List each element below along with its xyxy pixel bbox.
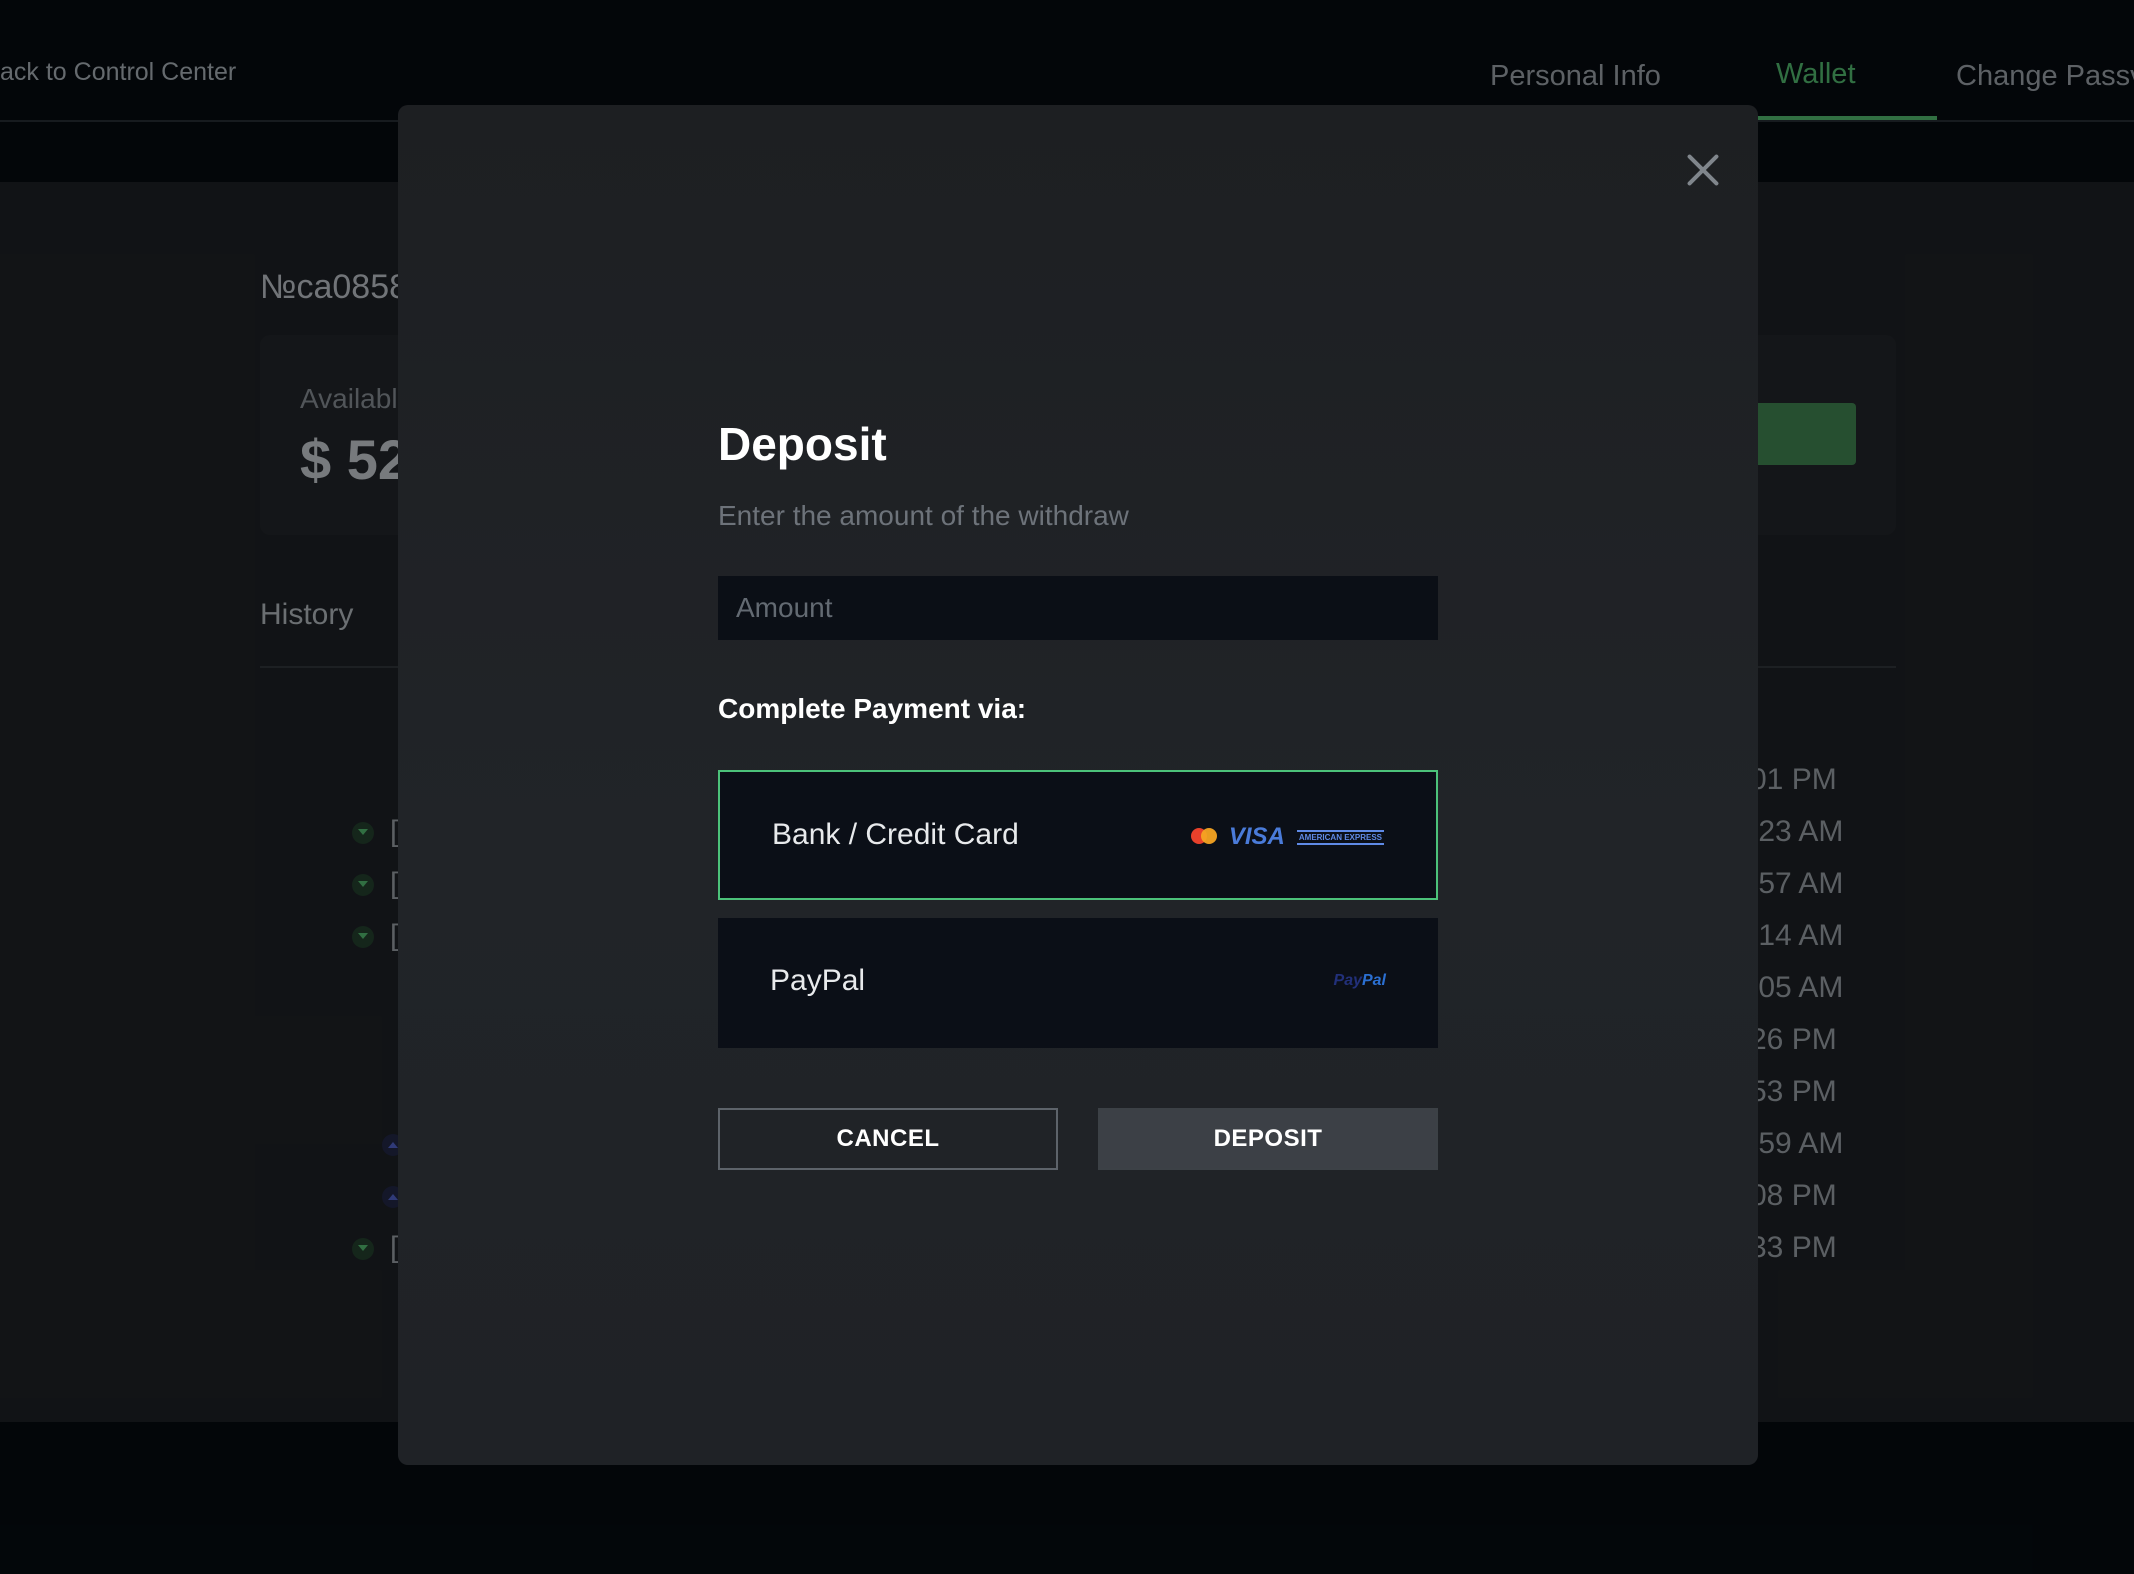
amount-input[interactable] bbox=[718, 576, 1438, 640]
modal-subtitle: Enter the amount of the withdraw bbox=[718, 500, 1129, 531]
visa-logo: VISA bbox=[1228, 823, 1285, 850]
payment-method-label: Complete Payment via: bbox=[718, 693, 1027, 724]
deposit-modal: Deposit Enter the amount of the withdraw… bbox=[398, 105, 1758, 1465]
payment-option-paypal[interactable]: PayPal PayPal bbox=[718, 918, 1438, 1048]
card-logos: VISA AMERICAN EXPRESS bbox=[1190, 822, 1384, 852]
payment-option-label: Bank / Credit Card bbox=[772, 818, 1019, 851]
amex-logo: AMERICAN EXPRESS bbox=[1296, 829, 1384, 845]
cancel-button[interactable]: CANCEL bbox=[718, 1108, 1058, 1170]
payment-option-label: PayPal bbox=[770, 964, 866, 997]
deposit-button[interactable]: DEPOSIT bbox=[1098, 1108, 1438, 1170]
payment-option-bank-card[interactable]: Bank / Credit Card VISA AMERICAN EXPRESS bbox=[718, 770, 1438, 900]
paypal-logo: PayPal bbox=[1333, 972, 1386, 989]
close-icon[interactable] bbox=[1682, 149, 1724, 191]
modal-title: Deposit bbox=[718, 418, 887, 470]
mastercard-icon bbox=[1190, 828, 1217, 846]
